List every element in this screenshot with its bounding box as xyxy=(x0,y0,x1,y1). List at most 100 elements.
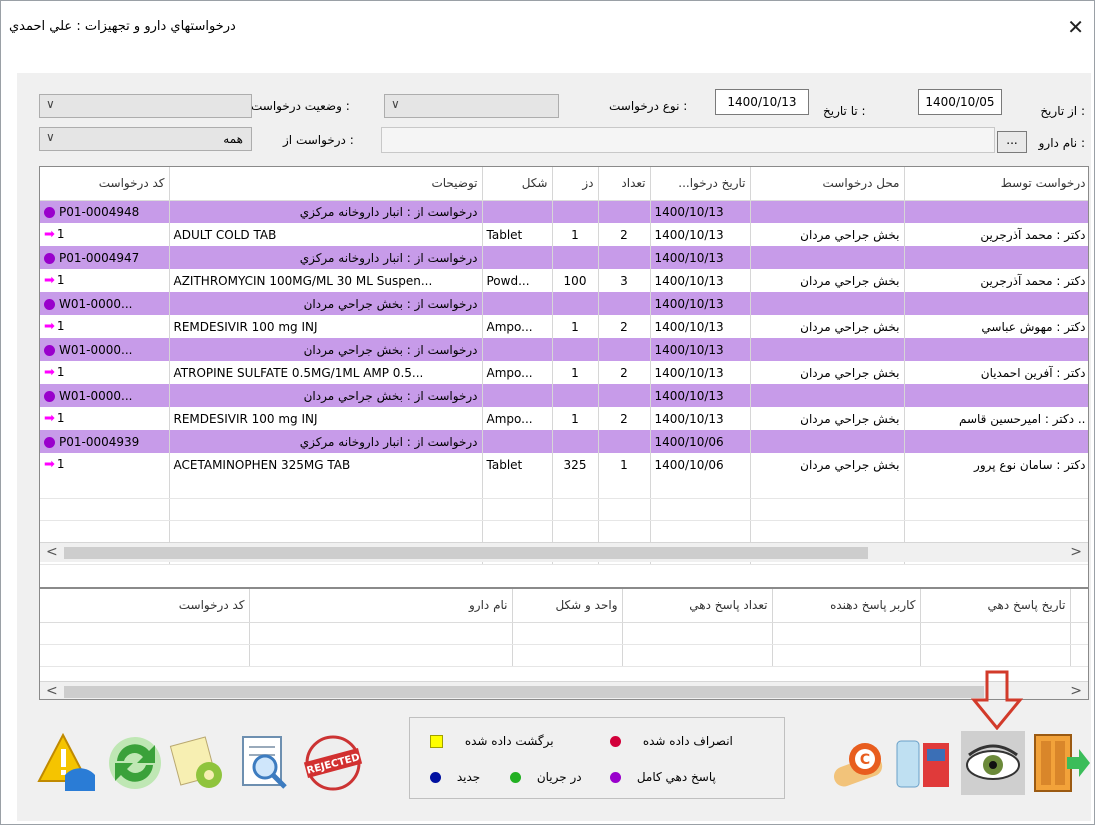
cell-date: 1400/10/13 xyxy=(650,223,751,246)
request-window: درخواستهاي دارو و تجهيزات : علي احمدي ✕ … xyxy=(0,0,1095,825)
request-type-select[interactable]: ∨ xyxy=(384,94,559,118)
cell-place: بخش جراحي مردان xyxy=(750,269,905,292)
cell-count xyxy=(598,200,651,223)
cell-count-text: 2 xyxy=(620,365,628,380)
scroll-right-icon[interactable]: > xyxy=(1070,683,1082,699)
cell-place-text: بخش جراحي مردان xyxy=(800,273,900,288)
request-status-select[interactable]: ∨ xyxy=(39,94,252,118)
settings-document-icon[interactable] xyxy=(167,731,231,795)
cell-dose: 1 xyxy=(552,315,599,338)
cell-shape xyxy=(482,338,553,361)
scroll-thumb[interactable] xyxy=(64,547,868,559)
table-row[interactable]: ➡ 1 REMDESIVIR 100 mg INJ Ampo... 1 2 1400/10/… xyxy=(40,315,1088,338)
table-group-row[interactable]: W01-0000... درخواست از : بخش جراحي مردان 1… xyxy=(40,384,1088,407)
col-header-date[interactable]: تاريخ درخوا... xyxy=(650,167,751,201)
cell-description-text: درخواست از : انبار داروخانه مركزي xyxy=(299,204,478,219)
detail-col-unit-shape[interactable]: واحد و شكل xyxy=(512,589,623,623)
empty-row xyxy=(40,520,1088,543)
detail-col-code[interactable]: كد درخواست xyxy=(40,589,250,623)
col-header-dose[interactable]: دز xyxy=(552,167,599,201)
table-group-row[interactable]: P01-0004948 درخواست از : انبار داروخانه م… xyxy=(40,200,1088,223)
cell-description-text: ADULT COLD TAB xyxy=(173,227,277,242)
cell-date: 1400/10/13 xyxy=(650,407,751,430)
cell-code: ➡ 1 xyxy=(40,453,170,476)
table-row[interactable]: ➡ 1 ADULT COLD TAB Tablet 1 2 1400/10/13 بخش جر… xyxy=(40,223,1088,246)
drug-capsule-icon[interactable]: C xyxy=(827,731,891,795)
close-icon[interactable]: ✕ xyxy=(1067,15,1084,39)
request-type-label: نوع درخواست : xyxy=(609,99,688,113)
table-group-row[interactable]: P01-0004947 درخواست از : انبار داروخانه م… xyxy=(40,246,1088,269)
row-arrow-icon: ➡ xyxy=(44,319,55,334)
cell-dose xyxy=(552,292,599,315)
request-from-value: همه xyxy=(223,132,243,146)
col-header-requested-by[interactable]: درخواست توسط xyxy=(904,167,1088,201)
scroll-left-icon[interactable]: < xyxy=(46,544,58,560)
scroll-thumb[interactable] xyxy=(64,686,984,698)
drug-browse-button[interactable]: ... xyxy=(997,131,1027,153)
cell-date: 1400/10/13 xyxy=(650,200,751,223)
col-header-count[interactable]: تعداد xyxy=(598,167,651,201)
cell-description: درخواست از : انبار داروخانه مركزي xyxy=(169,246,483,269)
cell-count: 2 xyxy=(598,223,651,246)
col-header-code[interactable]: كد درخواست xyxy=(40,167,170,201)
scroll-right-icon[interactable]: > xyxy=(1070,544,1082,560)
horizontal-scrollbar[interactable]: < > xyxy=(40,542,1088,562)
responses-grid[interactable]: كد درخواست نام دارو واحد و شكل تعداد پاس… xyxy=(39,588,1089,700)
cell-date: 1400/10/13 xyxy=(650,384,751,407)
cell-dose xyxy=(552,430,599,453)
table-row[interactable]: ➡ 1 AZITHROMYCIN 100MG/ML 30 ML Suspen... P… xyxy=(40,269,1088,292)
cell-code: W01-0000... xyxy=(40,292,170,315)
cell-description-text: REMDESIVIR 100 mg INJ xyxy=(173,411,318,426)
cell-shape: Tablet xyxy=(482,453,553,476)
table-row[interactable]: ➡ 1 ATROPINE SULFATE 0.5MG/1ML AMP 0.5... A… xyxy=(40,361,1088,384)
exit-door-icon[interactable] xyxy=(1027,731,1091,795)
cell-count xyxy=(598,246,651,269)
cell-shape-text: Tablet xyxy=(486,457,523,472)
warning-icon[interactable] xyxy=(35,731,99,795)
table-row[interactable]: ➡ 1 ACETAMINOPHEN 325MG TAB Tablet 325 1 1400/… xyxy=(40,453,1088,476)
request-from-select[interactable]: ∨ همه xyxy=(39,127,252,151)
cell-count: 3 xyxy=(598,269,651,292)
view-eye-icon[interactable] xyxy=(961,731,1025,795)
cell-place: بخش جراحي مردان xyxy=(750,361,905,384)
from-date-field[interactable]: 1400/10/05 xyxy=(918,89,1002,115)
row-arrow-icon: ➡ xyxy=(44,411,55,426)
cell-place-text: بخش جراحي مردان xyxy=(800,457,900,472)
detail-col-response-date[interactable]: تاريخ پاسخ دهي xyxy=(920,589,1071,623)
cell-date-text: 1400/10/06 xyxy=(654,457,724,472)
cell-dose xyxy=(552,246,599,269)
legend-in-progress-label: در جريان xyxy=(536,770,582,784)
to-date-field[interactable]: 1400/10/13 xyxy=(715,89,809,115)
table-row[interactable]: ➡ 1 REMDESIVIR 100 mg INJ Ampo... 1 2 1400/10/… xyxy=(40,407,1088,430)
medicine-book-icon[interactable] xyxy=(893,731,957,795)
cell-description-text: درخواست از : بخش جراحي مردان xyxy=(303,296,478,311)
cell-date-text: 1400/10/13 xyxy=(654,365,724,380)
table-group-row[interactable]: W01-0000... درخواست از : بخش جراحي مردان 1… xyxy=(40,338,1088,361)
requests-grid[interactable]: كد درخواست توضيحات شكل دز تعداد تاريخ در… xyxy=(39,166,1089,588)
col-header-description[interactable]: توضيحات xyxy=(169,167,483,201)
drug-name-field[interactable] xyxy=(381,127,995,153)
cell-requested-by xyxy=(904,292,1088,315)
requests-table: كد درخواست توضيحات شكل دز تعداد تاريخ در… xyxy=(40,167,1088,565)
table-group-row[interactable]: P01-0004939 درخواست از : انبار داروخانه م… xyxy=(40,430,1088,453)
detail-horizontal-scrollbar[interactable]: < > xyxy=(40,681,1088,699)
cell-code: P01-0004947 xyxy=(40,246,170,269)
cell-requested-by: دكتر : سامان نوع پرور xyxy=(904,453,1088,476)
detail-col-response-user[interactable]: كاربر پاسخ دهنده xyxy=(772,589,921,623)
cell-date-text: 1400/10/13 xyxy=(654,250,724,265)
col-header-shape[interactable]: شكل xyxy=(482,167,553,201)
col-header-place[interactable]: محل درخواست xyxy=(750,167,905,201)
table-group-row[interactable]: W01-0000... درخواست از : بخش جراحي مردان 1… xyxy=(40,292,1088,315)
legend-cancelled-label: انصراف داده شده xyxy=(642,734,733,748)
cell-requested-by-text: دكتر : محمد آذرجرين xyxy=(980,227,1086,242)
scroll-left-icon[interactable]: < xyxy=(46,683,58,699)
detail-col-response-count[interactable]: تعداد پاسخ دهي xyxy=(622,589,773,623)
cell-date: 1400/10/13 xyxy=(650,292,751,315)
search-document-icon[interactable] xyxy=(233,731,297,795)
cell-shape-text: Ampo... xyxy=(486,319,533,334)
refresh-icon[interactable] xyxy=(103,731,167,795)
cell-dose: 1 xyxy=(552,407,599,430)
rejected-stamp-icon[interactable]: REJECTED xyxy=(301,731,365,795)
cell-date-text: 1400/10/13 xyxy=(654,296,724,311)
detail-col-drug-name[interactable]: نام دارو xyxy=(249,589,513,623)
